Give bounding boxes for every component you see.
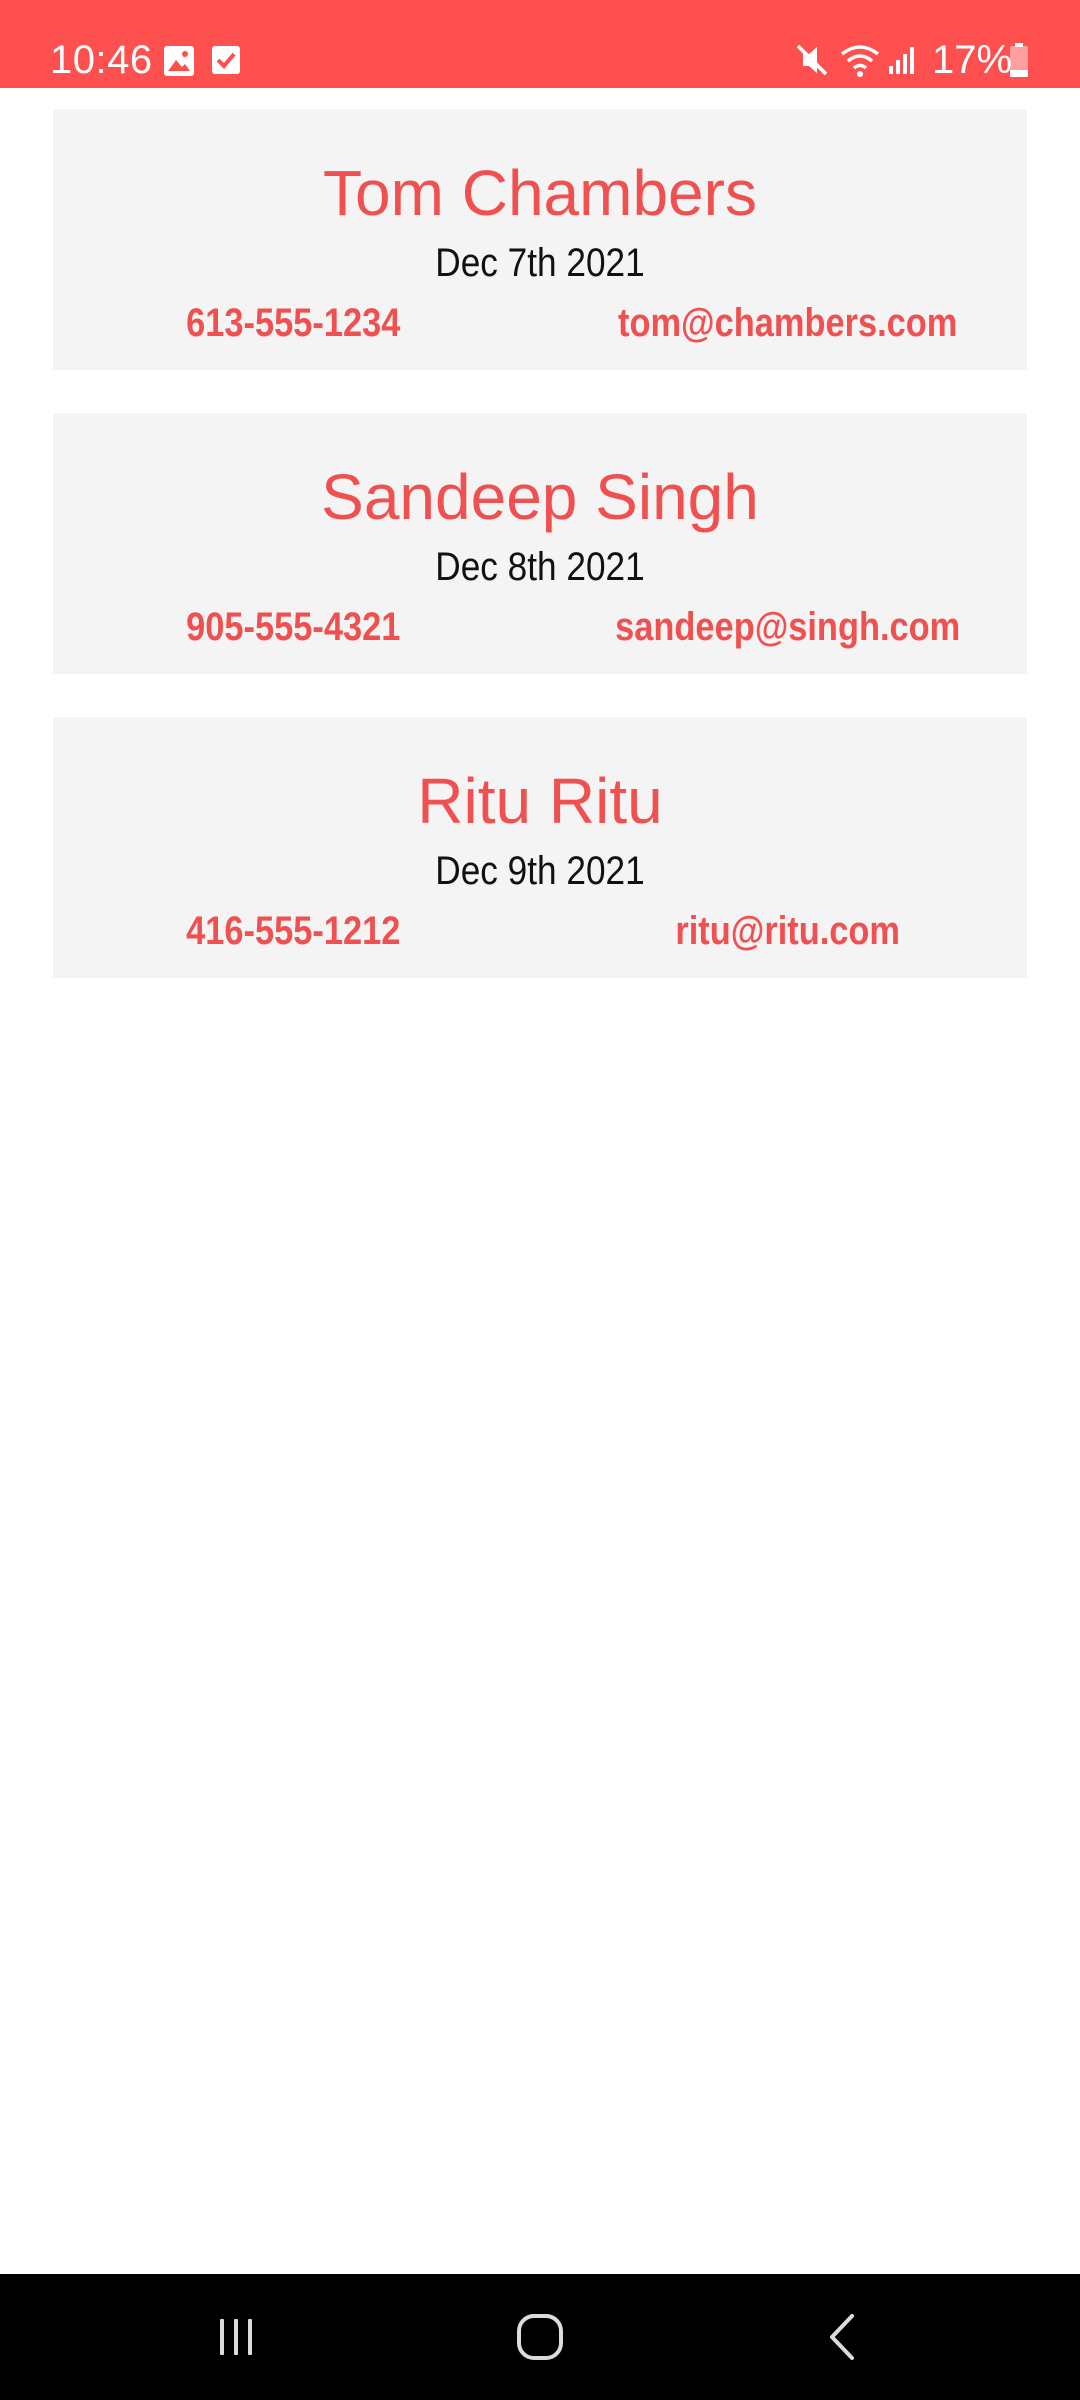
contact-phone-link[interactable]: 416-555-1212 xyxy=(87,907,500,955)
contact-card[interactable]: Sandeep Singh Dec 8th 2021 905-555-4321 … xyxy=(53,413,1027,674)
status-bar: 10:46 17% xyxy=(0,0,1080,88)
contact-name: Sandeep Singh xyxy=(321,461,759,533)
contact-card[interactable]: Ritu Ritu Dec 9th 2021 416-555-1212 ritu… xyxy=(53,717,1027,978)
back-icon xyxy=(830,2314,854,2360)
contact-name: Ritu Ritu xyxy=(417,765,663,837)
battery-percentage: 17% xyxy=(932,38,1013,82)
contact-phone-link[interactable]: 613-555-1234 xyxy=(87,299,500,347)
contact-date: Dec 8th 2021 xyxy=(435,545,645,589)
checkbox-notification-icon xyxy=(212,46,240,74)
status-time: 10:46 xyxy=(50,38,153,82)
back-button[interactable] xyxy=(782,2292,902,2382)
recent-apps-button[interactable] xyxy=(176,2292,296,2382)
navigation-bar xyxy=(0,2274,1080,2400)
contact-email-link[interactable]: sandeep@singh.com xyxy=(575,603,1000,651)
contact-name: Tom Chambers xyxy=(323,157,757,229)
wifi-icon xyxy=(840,45,880,77)
contact-card[interactable]: Tom Chambers Dec 7th 2021 613-555-1234 t… xyxy=(53,109,1027,370)
recent-apps-icon xyxy=(220,2319,252,2355)
mute-icon xyxy=(796,44,828,76)
contact-list: Tom Chambers Dec 7th 2021 613-555-1234 t… xyxy=(53,109,1027,1021)
signal-icon xyxy=(889,47,914,74)
home-button[interactable] xyxy=(480,2292,600,2382)
contact-phone-link[interactable]: 905-555-4321 xyxy=(87,603,500,651)
contact-email-link[interactable]: ritu@ritu.com xyxy=(575,907,1000,955)
battery-icon xyxy=(1010,43,1028,77)
contact-date: Dec 7th 2021 xyxy=(435,241,645,285)
contact-email-link[interactable]: tom@chambers.com xyxy=(575,299,1000,347)
image-notification-icon xyxy=(164,46,194,76)
home-icon xyxy=(517,2314,563,2360)
contact-date: Dec 9th 2021 xyxy=(435,849,645,893)
